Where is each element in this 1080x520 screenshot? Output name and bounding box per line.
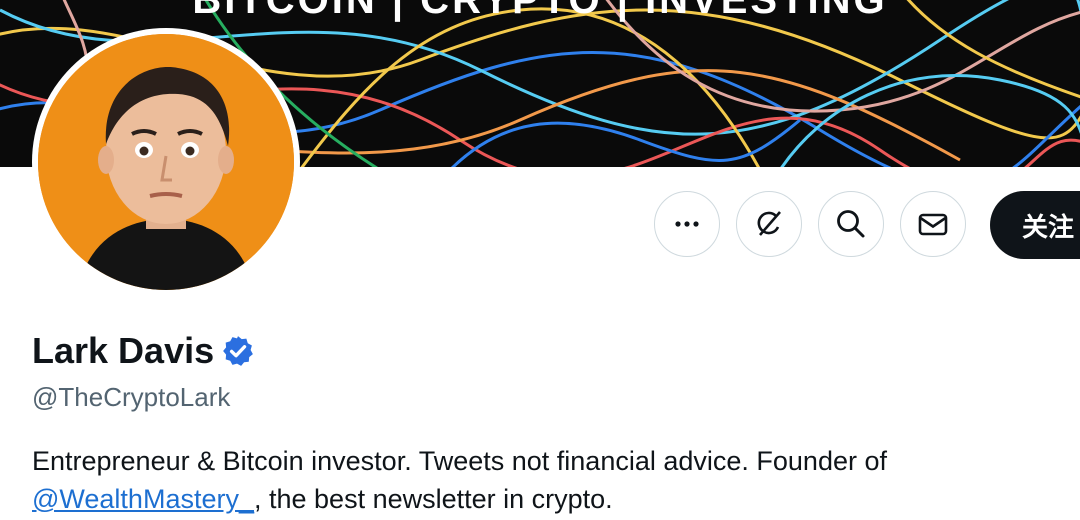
grok-icon [757, 211, 781, 236]
avatar-frame[interactable] [32, 28, 300, 296]
profile-actions [654, 191, 966, 257]
banner-title: BITCOIN | CRYPTO | INVESTING [192, 0, 888, 22]
search-icon [837, 210, 865, 238]
profile-handle: @TheCryptoLark [32, 382, 231, 412]
bio-suffix: , the best newsletter in crypto. [254, 484, 613, 514]
grok-button[interactable] [736, 191, 802, 257]
profile-name-row: Lark Davis [32, 330, 255, 372]
more-button[interactable] [654, 191, 720, 257]
avatar-portrait [38, 34, 294, 290]
bio-text: Entrepreneur & Bitcoin investor. Tweets … [32, 446, 887, 476]
bio-mention-link[interactable]: @WealthMastery_ [32, 484, 254, 514]
profile-name: Lark Davis [32, 330, 215, 371]
verified-badge-icon[interactable] [221, 334, 255, 368]
more-horizontal-icon [675, 221, 699, 227]
search-button[interactable] [818, 191, 884, 257]
follow-button[interactable]: 关注 [990, 191, 1080, 259]
envelope-icon [918, 213, 948, 236]
follow-label: 关注 [1022, 211, 1075, 242]
profile-bio: Entrepreneur & Bitcoin investor. Tweets … [32, 442, 1072, 518]
avatar[interactable] [38, 34, 294, 290]
message-button[interactable] [900, 191, 966, 257]
